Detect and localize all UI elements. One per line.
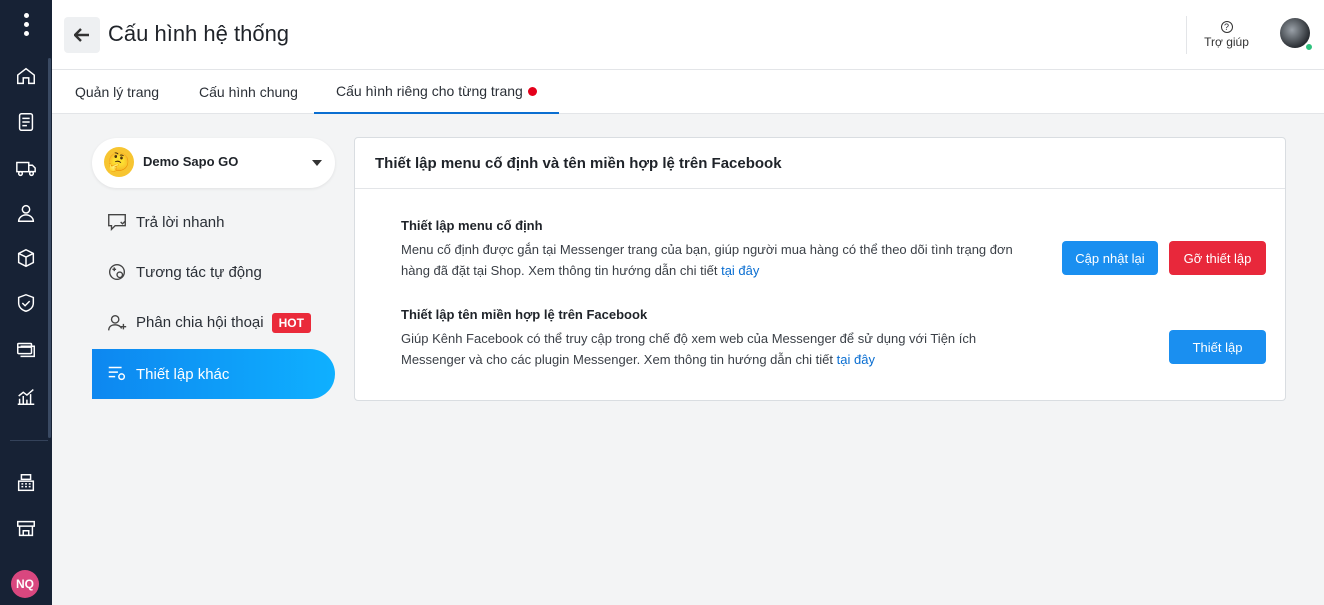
menu-item-auto-interaction[interactable]: Tương tác tự động — [92, 248, 335, 296]
notification-dot — [527, 86, 537, 96]
setup-button[interactable]: Thiết lập — [1169, 330, 1266, 364]
whitelist-domain-section: Thiết lập tên miền hợp lệ trên Facebook … — [401, 307, 1051, 370]
guide-link[interactable]: tại đây — [837, 352, 875, 367]
quick-reply-icon — [108, 213, 126, 231]
fixed-menu-section: Thiết lập menu cố định Menu cố định được… — [401, 218, 1051, 281]
help-button[interactable]: ? Trợ giúp — [1186, 16, 1266, 54]
tab-label: Cấu hình chung — [199, 84, 298, 100]
question-icon: ? — [1220, 21, 1233, 33]
menu-item-label: Trả lời nhanh — [136, 213, 225, 231]
menu-item-label: Thiết lập khác — [136, 365, 230, 383]
page-title: Cấu hình hệ thống — [108, 21, 290, 46]
description-line: hàng đã đặt tại Shop. Xem thông tin hướn… — [401, 263, 718, 278]
section-heading: Thiết lập menu cố định — [401, 218, 543, 233]
cash-register-icon[interactable] — [0, 465, 52, 501]
tab-bar: Quản lý trang Cấu hình chung Cấu hình ri… — [52, 70, 1324, 114]
section-description: Menu cố định được gắn tại Messenger tran… — [401, 239, 1051, 281]
home-icon[interactable] — [0, 58, 52, 94]
back-button[interactable] — [64, 17, 100, 53]
chart-icon[interactable] — [0, 378, 52, 414]
section-heading: Thiết lập tên miền hợp lệ trên Facebook — [401, 307, 648, 322]
description-line: Giúp Kênh Facebook có thể truy cập trong… — [401, 331, 977, 346]
menu-item-other-settings[interactable]: Thiết lập khác — [92, 349, 335, 399]
store-icon[interactable] — [0, 510, 52, 546]
guide-link[interactable]: tại đây — [721, 263, 759, 278]
online-status-dot — [1304, 42, 1314, 52]
tab-per-page-config[interactable]: Cấu hình riêng cho từng trang — [314, 70, 559, 114]
menu-item-label: Tương tác tự động — [136, 263, 262, 281]
box-icon[interactable] — [0, 240, 52, 276]
assign-user-icon — [108, 314, 127, 331]
rail-divider — [10, 440, 48, 441]
update-button[interactable]: Cập nhật lại — [1062, 241, 1158, 275]
tab-page-management[interactable]: Quản lý trang — [75, 70, 159, 114]
document-icon[interactable] — [0, 104, 52, 140]
arrow-left-icon — [74, 28, 89, 42]
section-description: Giúp Kênh Facebook có thể truy cập trong… — [401, 328, 1051, 370]
more-menu-icon[interactable] — [0, 0, 52, 48]
help-label: Trợ giúp — [1204, 35, 1249, 49]
menu-item-quick-reply[interactable]: Trả lời nhanh — [92, 198, 335, 246]
shield-icon[interactable] — [0, 285, 52, 321]
tab-label: Cấu hình riêng cho từng trang — [336, 83, 523, 99]
chevron-down-icon — [312, 160, 322, 166]
card-title: Thiết lập menu cố định và tên miền hợp l… — [355, 138, 1285, 189]
tab-general-config[interactable]: Cấu hình chung — [199, 70, 298, 114]
description-line: Messenger và cho các plugin Messenger. X… — [401, 352, 834, 367]
rail-scrollbar[interactable] — [48, 58, 51, 438]
truck-icon[interactable] — [0, 150, 52, 186]
user-initials-avatar[interactable]: NQ — [11, 570, 39, 598]
auto-interaction-icon — [108, 263, 126, 281]
page-name: Demo Sapo GO — [143, 154, 239, 169]
thinking-face-icon: 🤔 — [104, 147, 134, 177]
card-icon[interactable] — [0, 331, 52, 367]
settings-list-icon — [108, 366, 126, 381]
hot-badge: HOT — [271, 313, 311, 333]
page-selector[interactable]: 🤔 Demo Sapo GO — [92, 138, 335, 188]
tab-label: Quản lý trang — [75, 84, 160, 100]
app-rail: NQ — [0, 0, 52, 605]
user-icon[interactable] — [0, 195, 52, 231]
menu-item-label: Phân chia hội thoại — [136, 314, 264, 331]
top-header: Cấu hình hệ thống ? Trợ giúp — [52, 0, 1324, 70]
description-line: Menu cố định được gắn tại Messenger tran… — [401, 242, 1013, 257]
menu-item-assign-conversation[interactable]: Phân chia hội thoại HOT — [92, 299, 335, 347]
menu-item-label-row: Phân chia hội thoại HOT — [136, 313, 311, 333]
remove-setup-button[interactable]: Gỡ thiết lập — [1169, 241, 1266, 275]
settings-card: Thiết lập menu cố định và tên miền hợp l… — [354, 137, 1286, 401]
